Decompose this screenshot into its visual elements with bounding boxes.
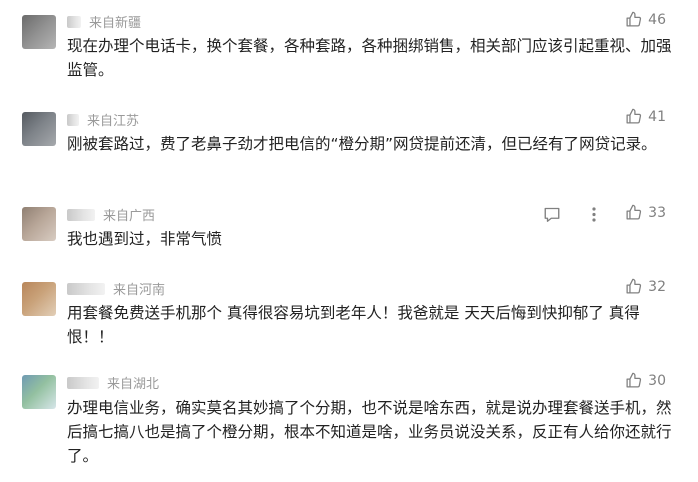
comment-text: 办理电信业务，确实莫名其妙搞了个分期，也不说是啥东西，就是说办理套餐送手机，然后… (67, 399, 672, 465)
thumbs-up-icon (626, 372, 642, 388)
avatar[interactable] (22, 15, 56, 49)
region-label: 来自新疆 (89, 16, 142, 31)
more-icon (592, 207, 596, 222)
reply-button[interactable] (543, 206, 561, 223)
comment-text: 现在办理个电话卡，换个套餐，各种套路，各种捆绑销售，相关部门应该引起重视、加强监… (67, 37, 672, 79)
comment-meta: 来自江苏 (67, 110, 139, 129)
like-count: 30 (648, 372, 666, 389)
like-count: 33 (648, 204, 666, 221)
comment-icon (544, 207, 560, 222)
more-options-button[interactable] (586, 206, 602, 223)
avatar[interactable] (22, 112, 56, 146)
like-button[interactable]: 30 (625, 372, 666, 389)
like-count: 46 (648, 11, 666, 28)
comment-meta: 来自河南 (67, 279, 165, 298)
comment-meta: 来自新疆 (67, 12, 141, 31)
thumbs-up-icon (626, 278, 642, 294)
username[interactable] (67, 208, 95, 221)
comment-meta: 来自湖北 (67, 373, 159, 392)
thumbs-up-icon (626, 11, 642, 27)
avatar[interactable] (22, 282, 56, 316)
region-label: 来自湖北 (107, 377, 160, 392)
avatar[interactable] (22, 375, 56, 409)
region-label: 来自河南 (113, 283, 166, 298)
avatar[interactable] (22, 207, 56, 241)
region-label: 来自江苏 (87, 114, 140, 129)
username[interactable] (67, 376, 99, 389)
like-button[interactable]: 32 (625, 278, 666, 295)
thumbs-up-icon (626, 108, 642, 124)
like-button[interactable]: 46 (625, 11, 666, 28)
like-count: 32 (648, 278, 666, 295)
comment-text: 刚被套路过，费了老鼻子劲才把电信的“橙分期”网贷提前还清，但已经有了网贷记录。 (67, 135, 657, 153)
username[interactable] (67, 15, 81, 28)
like-button[interactable]: 41 (625, 108, 666, 125)
like-count: 41 (648, 108, 666, 125)
comment-text: 我也遇到过，非常气愤 (67, 230, 223, 248)
thumbs-up-icon (626, 204, 642, 220)
like-button[interactable]: 33 (625, 204, 666, 221)
username[interactable] (67, 113, 79, 126)
region-label: 来自广西 (103, 209, 156, 224)
comment-meta: 来自广西 (67, 205, 155, 224)
username[interactable] (67, 282, 105, 295)
comment-text: 用套餐免费送手机那个 真得很容易坑到老年人！我爸就是 天天后悔到快抑郁了 真得恨… (67, 304, 640, 346)
